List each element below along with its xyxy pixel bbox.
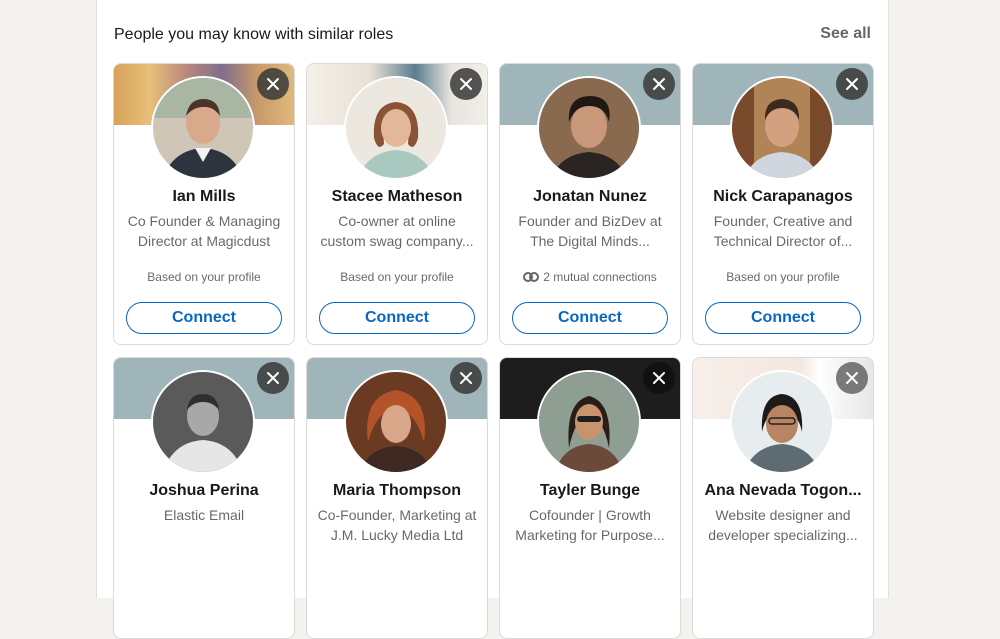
dismiss-button[interactable] <box>836 362 868 394</box>
insight-text: Based on your profile <box>726 270 840 284</box>
person-name[interactable]: Nick Carapanagos <box>699 188 867 206</box>
connection-insight: 2 mutual connections <box>506 270 674 284</box>
dismiss-button[interactable] <box>643 68 675 100</box>
person-card[interactable]: Stacee Matheson Co-owner at online custo… <box>306 63 488 345</box>
person-card[interactable]: Maria Thompson Co-Founder, Marketing at … <box>306 357 488 639</box>
connect-button[interactable]: Connect <box>126 302 282 334</box>
avatar[interactable] <box>537 370 641 474</box>
insight-text[interactable]: 2 mutual connections <box>543 270 656 284</box>
avatar[interactable] <box>730 370 834 474</box>
close-icon <box>267 78 279 90</box>
close-icon <box>267 372 279 384</box>
dismiss-button[interactable] <box>257 362 289 394</box>
close-icon <box>846 372 858 384</box>
connection-insight: Based on your profile <box>313 270 481 284</box>
person-name[interactable]: Ian Mills <box>120 188 288 206</box>
connect-button[interactable]: Connect <box>512 302 668 334</box>
person-headline: Cofounder | Growth Marketing for Purpose… <box>515 507 665 543</box>
connect-button[interactable]: Connect <box>705 302 861 334</box>
avatar[interactable] <box>344 370 448 474</box>
see-all-link[interactable]: See all <box>820 25 871 43</box>
person-headline: Co Founder & Managing Director at Magicd… <box>127 213 281 249</box>
person-headline: Co-owner at online custom swag company..… <box>320 213 474 249</box>
dismiss-button[interactable] <box>257 68 289 100</box>
dismiss-button[interactable] <box>450 362 482 394</box>
person-card[interactable]: Ian Mills Co Founder & Managing Director… <box>113 63 295 345</box>
person-name[interactable]: Jonatan Nunez <box>506 188 674 206</box>
connection-insight: Based on your profile <box>699 270 867 284</box>
person-card[interactable]: Jonatan Nunez Founder and BizDev at The … <box>499 63 681 345</box>
person-headline: Co-Founder, Marketing at J.M. Lucky Medi… <box>317 507 477 543</box>
connection-insight: Based on your profile <box>120 270 288 284</box>
person-card[interactable]: Nick Carapanagos Founder, Creative and T… <box>692 63 874 345</box>
person-headline: Website designer and developer specializ… <box>708 507 858 543</box>
person-name[interactable]: Ana Nevada Togon... <box>699 482 867 500</box>
person-name[interactable]: Joshua Perina <box>120 482 288 500</box>
section-title: People you may know with similar roles <box>114 26 394 43</box>
close-icon <box>460 372 472 384</box>
avatar[interactable] <box>537 76 641 180</box>
dismiss-button[interactable] <box>836 68 868 100</box>
person-headline: Elastic Email <box>163 507 245 523</box>
person-headline: Founder and BizDev at The Digital Minds.… <box>518 213 662 249</box>
person-name[interactable]: Stacee Matheson <box>313 188 481 206</box>
avatar[interactable] <box>151 370 255 474</box>
person-name[interactable]: Maria Thompson <box>313 482 481 500</box>
person-card[interactable]: Tayler Bunge Cofounder | Growth Marketin… <box>499 357 681 639</box>
suggestions-panel: People you may know with similar roles S… <box>96 0 889 639</box>
close-icon <box>846 78 858 90</box>
person-name[interactable]: Tayler Bunge <box>506 482 674 500</box>
person-card[interactable]: Ana Nevada Togon... Website designer and… <box>692 357 874 639</box>
mutual-connections-icon <box>523 272 540 282</box>
close-icon <box>460 78 472 90</box>
insight-text: Based on your profile <box>147 270 261 284</box>
close-icon <box>653 372 665 384</box>
avatar[interactable] <box>151 76 255 180</box>
dismiss-button[interactable] <box>643 362 675 394</box>
connect-button[interactable]: Connect <box>319 302 475 334</box>
avatar[interactable] <box>344 76 448 180</box>
person-headline: Founder, Creative and Technical Director… <box>713 213 853 249</box>
dismiss-button[interactable] <box>450 68 482 100</box>
close-icon <box>653 78 665 90</box>
insight-text: Based on your profile <box>340 270 454 284</box>
person-card[interactable]: Joshua Perina Elastic Email <box>113 357 295 639</box>
avatar[interactable] <box>730 76 834 180</box>
